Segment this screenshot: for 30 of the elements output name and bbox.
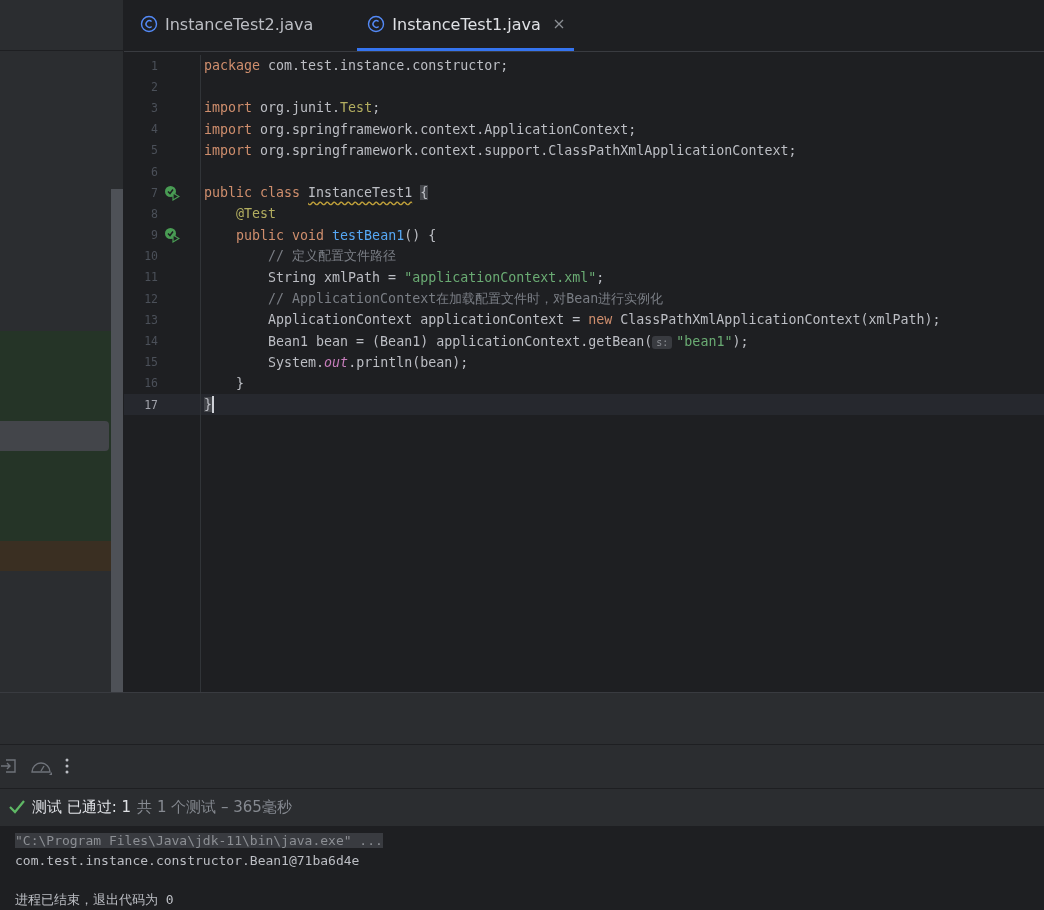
code-line: public class InstanceTest1 { — [204, 185, 429, 201]
editor-tab[interactable]: InstanceTest1.java — [357, 0, 574, 51]
console-output: com.test.instance.constructor.Bean1@71ba6d4e — [15, 852, 360, 868]
code-line: // ApplicationContext在加载配置文件时，对Bean进行实例化 — [267, 289, 664, 308]
console-output: 进程已结束，退出代码为 0 — [15, 891, 174, 909]
close-icon[interactable] — [553, 19, 564, 29]
scrollbar-thumb[interactable] — [111, 189, 123, 692]
code-line: // 定义配置文件路径 — [267, 247, 397, 266]
console-command: "C:\Program Files\Java\jdk-11\bin\java.exe" ... — [15, 832, 383, 848]
code-line: @Test — [235, 206, 277, 222]
test-summary: 共 1 个测试 – 365毫秒 — [137, 797, 292, 817]
more-icon[interactable] — [64, 757, 70, 776]
code-line: System.out.println(bean); — [267, 354, 469, 370]
code-line: import org.springframework.context.ApplicationContext; — [204, 121, 637, 137]
line-number: 17 — [143, 397, 158, 412]
editor-tab[interactable]: InstanceTest2.java — [140, 0, 324, 51]
code-line: public void testBean1() { — [235, 227, 437, 243]
code-line: ApplicationContext applicationContext = new ClassPathXmlApplicationContext(xmlPath); — [267, 312, 941, 328]
test-status-label: 测试 已通过: 1 — [32, 797, 132, 817]
class-icon — [140, 15, 158, 33]
run-test-icon[interactable] — [164, 227, 180, 244]
code-line: import org.junit.Test; — [204, 100, 381, 116]
code-line: Bean1 bean = (Bean1) applicationContext.getBean( s: "bean1"); — [267, 333, 749, 349]
code-line: import org.springframework.context.support.ClassPathXmlApplicationContext; — [204, 142, 797, 158]
code-line: String xmlPath = "applicationContext.xml"; — [267, 269, 605, 285]
code-line: package com.test.instance.constructor; — [204, 58, 509, 74]
class-icon — [367, 15, 386, 33]
code-line: } — [235, 375, 245, 391]
run-test-icon[interactable] — [164, 184, 180, 201]
import-icon[interactable] — [0, 757, 18, 776]
